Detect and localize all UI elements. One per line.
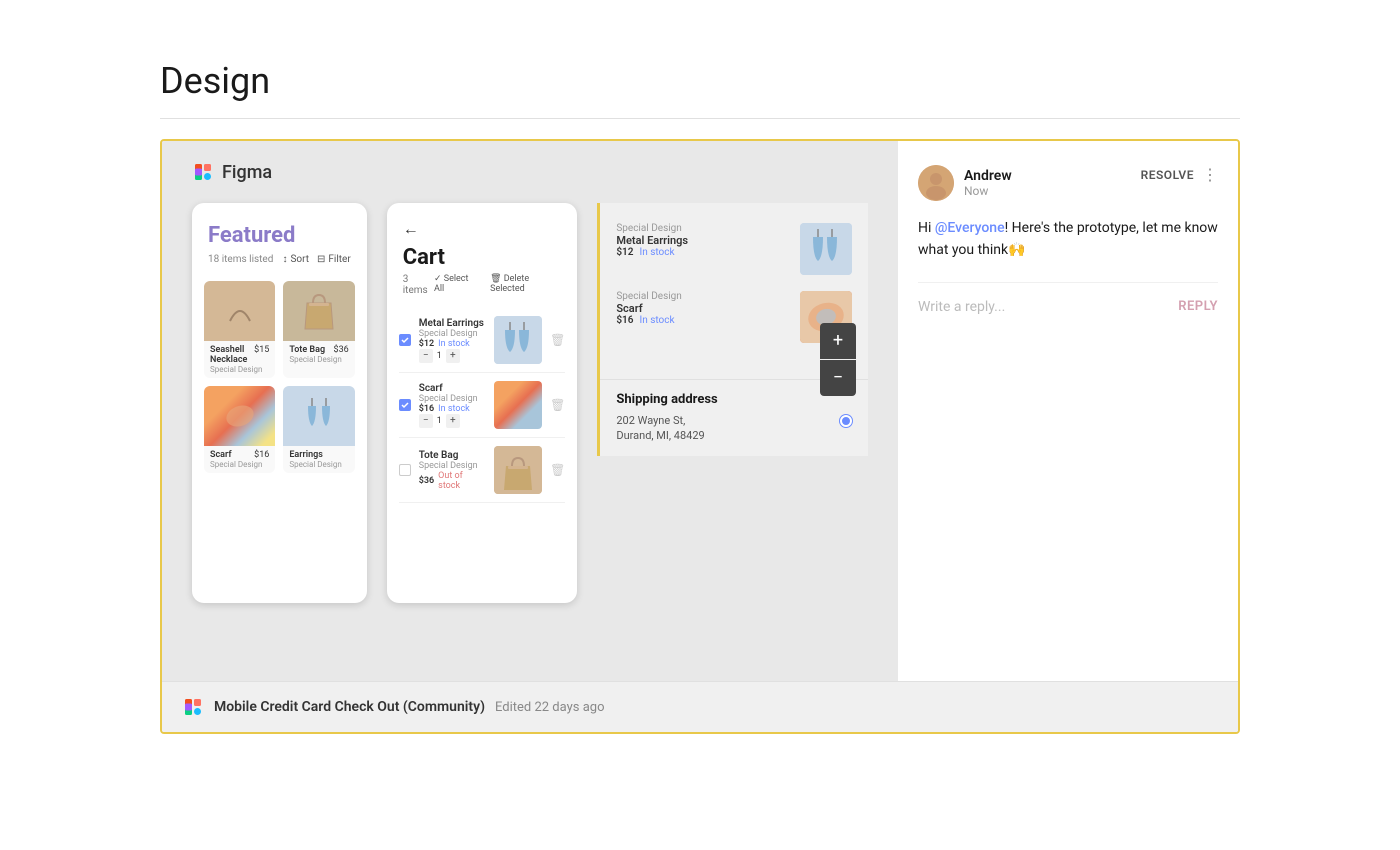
ext-item: Special Design Metal Earrings $12 In sto…	[616, 223, 852, 275]
sort-button[interactable]: ↕ Sort	[282, 254, 309, 265]
cart-item-info: Metal Earrings Special Design $12 In sto…	[419, 318, 486, 363]
featured-header: Featured 18 items listed ↕ Sort ⊟	[192, 203, 367, 273]
filter-icon: ⊟	[317, 254, 325, 265]
product-grid: Seashell Necklace $15 Special Design	[192, 273, 367, 481]
featured-phone-frame: Featured 18 items listed ↕ Sort ⊟	[192, 203, 367, 603]
cart-items-count: 3 items	[403, 274, 434, 296]
qty-plus[interactable]: +	[446, 349, 460, 363]
product-info: Tote Bag $36 Special Design	[283, 341, 354, 368]
tote-image	[283, 281, 354, 341]
figma-logo-text: Figma	[222, 162, 272, 183]
cart-item-info: Tote Bag Special Design $36 Out of stock	[419, 450, 486, 491]
avatar	[918, 165, 954, 201]
product-card[interactable]: Earrings Special Design	[283, 386, 354, 473]
items-count: 18 items listed	[208, 254, 273, 265]
delete-item-button[interactable]: 🗑	[550, 398, 565, 412]
cart-item-info: Scarf Special Design $16 In stock − 1	[419, 383, 486, 428]
author-name: Andrew	[964, 168, 1012, 184]
cart-item: Metal Earrings Special Design $12 In sto…	[399, 308, 566, 373]
figma-footer-icon	[182, 696, 204, 718]
filter-button[interactable]: ⊟ Filter	[317, 254, 351, 265]
comment-text: Hi @Everyone! Here's the prototype, let …	[918, 217, 1218, 262]
cart-header: ← Cart 3 items ✓ Select All 🗑 Delete Sel	[387, 203, 578, 304]
zoom-out-button[interactable]: −	[820, 360, 856, 396]
qty-minus[interactable]: −	[419, 349, 433, 363]
delete-item-button[interactable]: 🗑	[550, 463, 565, 477]
qty-minus[interactable]: −	[419, 414, 433, 428]
mention: @Everyone	[935, 220, 1005, 236]
tote-cart-image	[494, 446, 542, 494]
reply-input[interactable]: Write a reply...	[918, 299, 1178, 315]
qty-plus[interactable]: +	[446, 414, 460, 428]
cart-actions: ✓ Select All 🗑 Delete Selected	[434, 274, 561, 296]
cart-item-checkbox[interactable]	[399, 399, 411, 411]
comment-panel: Andrew Now RESOLVE ⋮ Hi @Everyone! Here'…	[898, 141, 1238, 681]
page-container: Design Figma	[0, 0, 1400, 794]
extended-area: Special Design Metal Earrings $12 In sto…	[597, 203, 868, 456]
featured-title: Featured	[208, 223, 351, 248]
delete-item-button[interactable]: 🗑	[550, 333, 565, 347]
figma-icon	[192, 161, 214, 183]
product-card[interactable]: Tote Bag $36 Special Design	[283, 281, 354, 378]
card-content: Figma Featured 18 items listed ↕	[162, 141, 1238, 681]
figma-area: Figma Featured 18 items listed ↕	[162, 141, 898, 681]
comment-header: Andrew Now RESOLVE ⋮	[918, 165, 1218, 201]
product-info: Earrings Special Design	[283, 446, 354, 473]
scarf-image	[204, 386, 275, 446]
cart-title: Cart	[403, 245, 562, 270]
shipping-address: 202 Wayne St, Durand, MI, 48429	[616, 413, 704, 444]
ext-item-info: Special Design Metal Earrings $12 In sto…	[616, 223, 792, 258]
shipping-radio[interactable]	[840, 415, 852, 427]
card-footer: Mobile Credit Card Check Out (Community)…	[162, 681, 1238, 732]
delete-selected-button[interactable]: 🗑 Delete Selected	[490, 274, 561, 296]
author-row: Andrew Now	[918, 165, 1012, 201]
figma-logo-row: Figma	[192, 161, 868, 183]
earrings-image	[283, 386, 354, 446]
cart-item: Scarf Special Design $16 In stock − 1	[399, 373, 566, 438]
reply-button[interactable]: REPLY	[1178, 299, 1218, 314]
qty-controls: − 1 +	[419, 414, 486, 428]
cart-item-checkbox[interactable]	[399, 464, 411, 476]
cart-item: Tote Bag Special Design $36 Out of stock	[399, 438, 566, 503]
earrings-cart-image	[494, 316, 542, 364]
comment-time: Now	[964, 184, 1012, 198]
qty-controls: − 1 +	[419, 349, 486, 363]
footer-meta: Edited 22 days ago	[495, 700, 604, 715]
ext-item-info: Special Design Scarf $16 In stock	[616, 291, 792, 326]
zoom-controls: + −	[820, 323, 856, 396]
featured-meta: 18 items listed ↕ Sort ⊟ Filter	[208, 254, 351, 265]
comment-reply-row: Write a reply... REPLY	[918, 282, 1218, 315]
cart-items-list: Metal Earrings Special Design $12 In sto…	[387, 304, 578, 507]
resolve-button[interactable]: RESOLVE	[1141, 168, 1194, 182]
sort-icon: ↕	[282, 254, 287, 265]
ext-item: Special Design Scarf $16 In stock	[616, 291, 852, 343]
cart-meta: 3 items ✓ Select All 🗑 Delete Selected	[403, 274, 562, 296]
back-arrow-icon[interactable]: ←	[403, 219, 562, 239]
shipping-row: 202 Wayne St, Durand, MI, 48429	[616, 413, 852, 444]
prototype-frames: Featured 18 items listed ↕ Sort ⊟	[192, 203, 868, 603]
select-all-button[interactable]: ✓ Select All	[434, 274, 478, 296]
more-options-icon[interactable]: ⋮	[1202, 165, 1218, 184]
shipping-title: Shipping address	[616, 392, 852, 407]
comment-actions: RESOLVE ⋮	[1141, 165, 1218, 184]
product-info: Seashell Necklace $15 Special Design	[204, 341, 275, 378]
footer-filename: Mobile Credit Card Check Out (Community)	[214, 699, 485, 715]
author-info: Andrew Now	[964, 168, 1012, 198]
scarf-cart-image	[494, 381, 542, 429]
zoom-in-button[interactable]: +	[820, 323, 856, 359]
cart-phone-frame: ← Cart 3 items ✓ Select All 🗑 Delete Sel	[387, 203, 578, 603]
title-divider	[160, 118, 1240, 119]
product-card[interactable]: Seashell Necklace $15 Special Design	[204, 281, 275, 378]
main-card: Figma Featured 18 items listed ↕	[160, 139, 1240, 734]
product-card[interactable]: Scarf $16 Special Design	[204, 386, 275, 473]
cart-item-checkbox[interactable]	[399, 334, 411, 346]
page-title: Design	[160, 60, 1240, 102]
necklace-image	[204, 281, 275, 341]
product-info: Scarf $16 Special Design	[204, 446, 275, 473]
featured-filter-row: ↕ Sort ⊟ Filter	[282, 254, 350, 265]
ext-earrings-image	[800, 223, 852, 275]
